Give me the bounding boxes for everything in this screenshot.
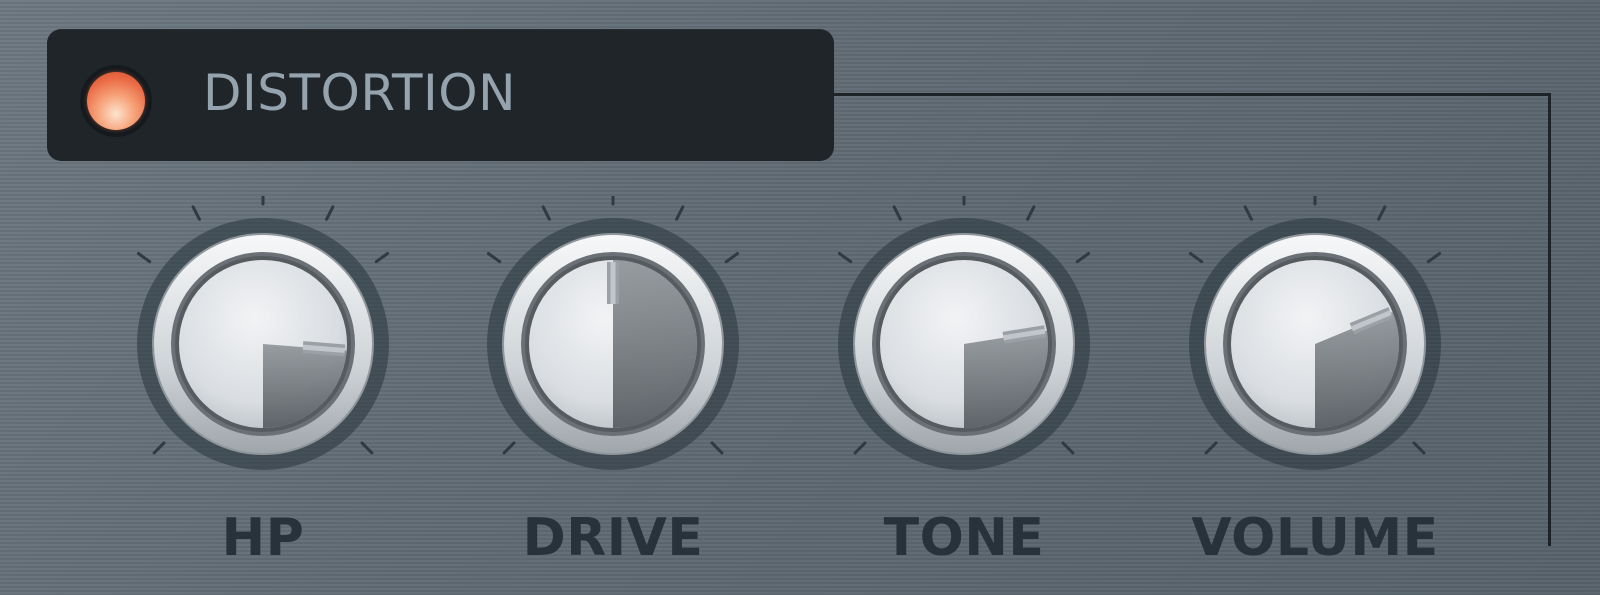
knob-drive[interactable] (483, 196, 743, 486)
knob-tick (853, 441, 867, 455)
knob-tick (1243, 205, 1253, 221)
section-title: DISTORTION (203, 64, 517, 122)
knob-label-tone: TONE (883, 508, 1045, 568)
knob-tick (152, 441, 166, 455)
knob-tick (710, 441, 724, 455)
knob-label-volume: VOLUME (1191, 508, 1439, 568)
knob-tick (541, 205, 551, 221)
knob-tick (1377, 205, 1387, 221)
power-led-button[interactable] (87, 72, 145, 130)
knob-tick (1075, 251, 1091, 264)
knob-tick (1061, 441, 1075, 455)
knob-tick (892, 205, 902, 221)
knob-hp[interactable] (133, 196, 393, 486)
knob-tick (1412, 441, 1426, 455)
knob-tick (325, 205, 335, 221)
section-header: DISTORTION (47, 29, 834, 161)
knob-label-hp: HP (221, 508, 305, 568)
knob-tick (374, 251, 390, 264)
knob-tick (191, 205, 201, 221)
knob-tick (837, 251, 853, 264)
knob-tick (1026, 205, 1036, 221)
knob-tick (502, 441, 516, 455)
knob-tick (675, 205, 685, 221)
knob-label-drive: DRIVE (522, 508, 704, 568)
knob-tick (136, 251, 152, 264)
knob-tick (1426, 251, 1442, 264)
knob-tick (1204, 441, 1218, 455)
knob-tick (360, 441, 374, 455)
power-led-well (80, 65, 152, 137)
knob-tone[interactable] (834, 196, 1094, 486)
knob-volume[interactable] (1185, 196, 1445, 486)
knob-tick (724, 251, 740, 264)
knob-tick (486, 251, 502, 264)
knob-tick (1188, 251, 1204, 264)
knob-pointer-highlight (302, 344, 345, 353)
